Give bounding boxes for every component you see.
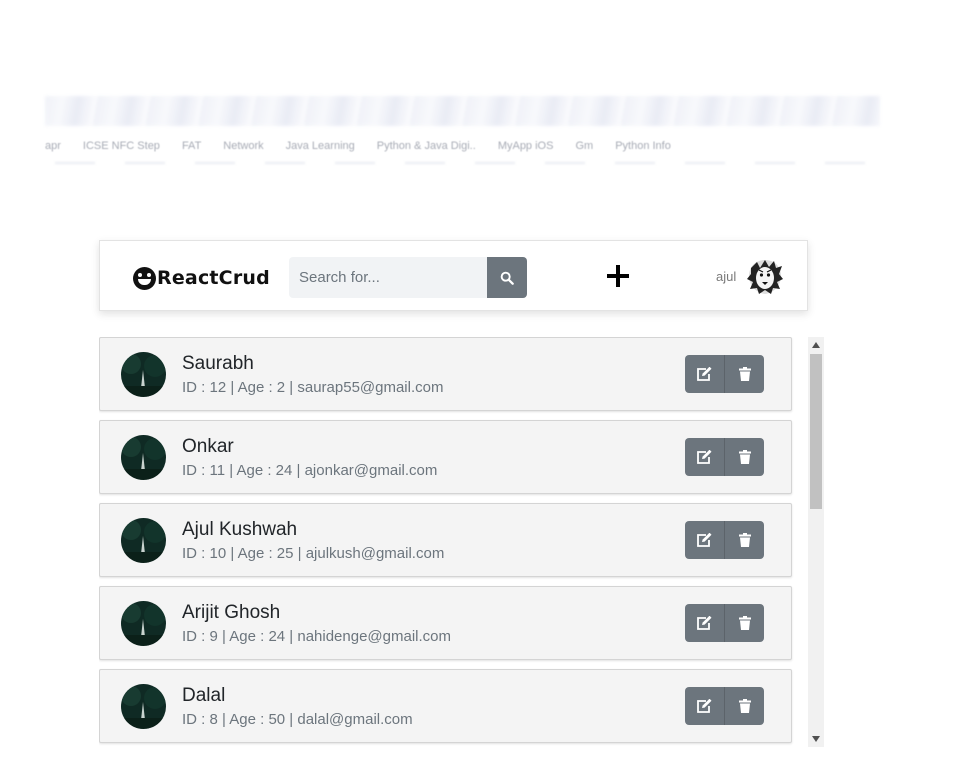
- triangle-up-icon: [812, 342, 820, 348]
- navbar: ReactCrud ajul: [99, 240, 808, 311]
- list-scrollbar[interactable]: [808, 337, 824, 747]
- scroll-down-arrow[interactable]: [808, 731, 824, 747]
- row-actions: [685, 438, 764, 476]
- delete-button[interactable]: [725, 438, 764, 476]
- edit-icon: [697, 698, 712, 713]
- bookmark-item[interactable]: ICSE NFC Step: [83, 140, 160, 152]
- user-name[interactable]: ajul: [716, 269, 736, 284]
- triangle-down-icon: [812, 736, 820, 742]
- user-name-label: Saurabh: [182, 353, 254, 374]
- bookmark-item[interactable]: Python Info: [615, 140, 671, 152]
- trash-icon: [738, 616, 751, 630]
- bookmark-item[interactable]: apr: [45, 140, 61, 152]
- edit-button[interactable]: [685, 355, 725, 393]
- edit-icon: [697, 615, 712, 630]
- avatar: [121, 518, 166, 563]
- avatar: [121, 601, 166, 646]
- edit-icon: [697, 449, 712, 464]
- user-card: Ajul Kushwah ID : 10 | Age : 25 | ajulku…: [99, 503, 792, 577]
- avatar: [121, 435, 166, 480]
- brand-name: ReactCrud: [157, 267, 270, 289]
- trash-icon: [738, 699, 751, 713]
- delete-button[interactable]: [725, 604, 764, 642]
- search-button[interactable]: [487, 257, 527, 298]
- bookmark-item[interactable]: FAT: [182, 140, 201, 152]
- bookmark-item[interactable]: MyApp iOS: [498, 140, 554, 152]
- edit-icon: [697, 366, 712, 381]
- plus-icon: [607, 265, 629, 287]
- blurred-address-bar: [45, 96, 880, 126]
- bookmark-item[interactable]: Python & Java Digi..: [377, 140, 476, 152]
- user-details: ID : 8 | Age : 50 | dalal@gmail.com: [182, 711, 413, 728]
- edit-button[interactable]: [685, 687, 725, 725]
- scroll-up-arrow[interactable]: [808, 337, 824, 353]
- user-list-container[interactable]: Saurabh ID : 12 | Age : 2 | saurap55@gma…: [99, 337, 824, 747]
- user-name-label: Onkar: [182, 436, 234, 457]
- user-card: Dalal ID : 8 | Age : 50 | dalal@gmail.co…: [99, 669, 792, 743]
- search-group: [289, 257, 527, 298]
- avatar: [121, 352, 166, 397]
- user-details: ID : 11 | Age : 24 | ajonkar@gmail.com: [182, 462, 438, 479]
- trash-icon: [738, 367, 751, 381]
- smiley-logo-icon: [133, 266, 156, 290]
- blurred-divider: [55, 162, 865, 164]
- user-card: Arijit Ghosh ID : 9 | Age : 24 | nahiden…: [99, 586, 792, 660]
- bookmark-item[interactable]: Gm: [575, 140, 593, 152]
- edit-icon: [697, 532, 712, 547]
- row-actions: [685, 604, 764, 642]
- delete-button[interactable]: [725, 687, 764, 725]
- edit-button[interactable]: [685, 604, 725, 642]
- edit-button[interactable]: [685, 521, 725, 559]
- brand-logo[interactable]: ReactCrud: [133, 264, 270, 292]
- search-input[interactable]: [289, 257, 487, 298]
- browser-chrome-blurred: apr ICSE NFC Step FAT Network Java Learn…: [45, 92, 880, 172]
- user-name-label: Arijit Ghosh: [182, 602, 281, 623]
- user-name-label: Dalal: [182, 685, 226, 706]
- add-user-button[interactable]: [605, 263, 631, 289]
- scrollbar-thumb[interactable]: [810, 354, 822, 509]
- search-icon: [500, 271, 514, 285]
- avatar: [121, 684, 166, 729]
- bookmark-item[interactable]: Network: [223, 140, 263, 152]
- user-card: Saurabh ID : 12 | Age : 2 | saurap55@gma…: [99, 337, 792, 411]
- edit-button[interactable]: [685, 438, 725, 476]
- delete-button[interactable]: [725, 521, 764, 559]
- user-details: ID : 12 | Age : 2 | saurap55@gmail.com: [182, 379, 444, 396]
- user-card: Onkar ID : 11 | Age : 24 | ajonkar@gmail…: [99, 420, 792, 494]
- bookmark-item[interactable]: Java Learning: [286, 140, 355, 152]
- user-details: ID : 9 | Age : 24 | nahidenge@gmail.com: [182, 628, 452, 645]
- user-details: ID : 10 | Age : 25 | ajulkush@gmail.com: [182, 545, 445, 562]
- row-actions: [685, 355, 764, 393]
- row-actions: [685, 521, 764, 559]
- trash-icon: [738, 533, 751, 547]
- delete-button[interactable]: [725, 355, 764, 393]
- lion-avatar-icon[interactable]: [745, 258, 785, 296]
- row-actions: [685, 687, 764, 725]
- bookmarks-bar: apr ICSE NFC Step FAT Network Java Learn…: [45, 138, 880, 154]
- trash-icon: [738, 450, 751, 464]
- user-name-label: Ajul Kushwah: [182, 519, 298, 540]
